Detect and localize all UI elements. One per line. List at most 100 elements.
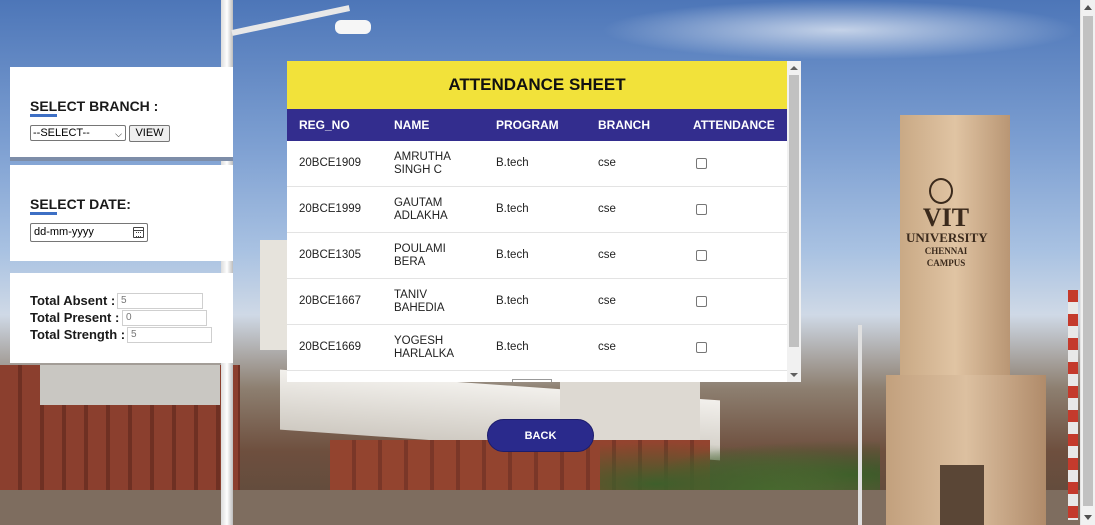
attendance-sheet: ATTENDANCE SHEET REG_NO NAME PROGRAM BRA… [287,61,801,382]
column-header-program: PROGRAM [496,118,559,132]
cell-attendance [696,187,736,232]
cell-reg-no: 20BCE1667 [299,295,362,307]
table-body: 20BCE1909 AMRUTHA SINGH C B.tech cse 20BC… [287,141,787,371]
cell-name: GAUTAM ADLAKHA [394,187,484,232]
tower-sign-line: UNIVERSITY [906,230,988,245]
date-placeholder: dd-mm-yyyy [34,226,94,238]
antenna-tower [1068,290,1078,520]
table-row: 20BCE1669 YOGESH HARLALKA B.tech cse [287,325,787,371]
cell-name: POULAMI BERA [394,233,484,278]
cloud [600,0,1080,60]
building-left-top [40,365,220,405]
lamp-arm [231,5,351,36]
table-row: 20BCE1909 AMRUTHA SINGH C B.tech cse [287,141,787,187]
tower-sign: VIT UNIVERSITY CHENNAI CAMPUS [906,203,988,269]
page-scrollbar[interactable] [1080,0,1095,525]
total-absent-row: Total Absent : 5 [30,293,203,309]
table-row: 20BCE1667 TANIV BAHEDIA B.tech cse [287,279,787,325]
tower-sign-line: VIT [922,203,970,232]
attendance-checkbox[interactable] [696,342,707,353]
totals-panel: Total Absent : 5 Total Present : 0 Total… [10,273,233,363]
name-line: BERA [394,255,426,268]
lamp-head [335,20,371,34]
name-line: ADLAKHA [394,209,448,222]
attendance-checkbox[interactable] [696,204,707,215]
scroll-up-arrow-icon[interactable] [790,66,798,70]
street-light [858,325,862,525]
cell-program: B.tech [496,157,529,169]
cell-branch: cse [598,157,616,169]
select-branch-panel: SELECT BRANCH : --SELECT-- ⌵ VIEW [10,67,233,161]
cell-branch: cse [598,295,616,307]
total-absent-field[interactable]: 5 [117,293,203,309]
table-row: 20BCE1999 GAUTAM ADLAKHA B.tech cse [287,187,787,233]
total-strength-field[interactable]: 5 [127,327,212,343]
cell-attendance [696,233,736,278]
cell-attendance [696,325,736,370]
cell-program: B.tech [496,203,529,215]
partial-submit-control[interactable] [512,379,552,382]
cell-reg-no: 20BCE1305 [299,249,362,261]
name-line: SINGH C [394,163,442,176]
select-date-panel: SELECT DATE: dd-mm-yyyy [10,165,233,261]
cell-reg-no: 20BCE1909 [299,157,362,169]
attendance-checkbox[interactable] [696,158,707,169]
total-strength-row: Total Strength : 5 [30,327,212,343]
table-header: REG_NO NAME PROGRAM BRANCH ATTENDANCE [287,109,787,141]
heading-rest: ECT BRANCH : [57,98,159,114]
tower-sign-line: CHENNAI CAMPUS [924,246,968,268]
cell-name: TANIV BAHEDIA [394,279,484,324]
total-present-row: Total Present : 0 [30,310,207,326]
name-line: POULAMI [394,242,446,255]
heading-underlined-part: SEL [30,98,58,117]
heading-rest: ECT DATE: [57,196,131,212]
scrollbar-thumb[interactable] [1083,16,1093,506]
scrollbar-thumb[interactable] [789,75,799,347]
column-header-reg-no: REG_NO [299,118,350,132]
attendance-checkbox[interactable] [696,296,707,307]
cell-reg-no: 20BCE1669 [299,341,362,353]
cell-program: B.tech [496,341,529,353]
table-row: 20BCE1305 POULAMI BERA B.tech cse [287,233,787,279]
cell-attendance [696,279,736,324]
view-button[interactable]: VIEW [129,125,170,142]
name-line: YOGESH [394,334,444,347]
university-emblem-icon [929,178,953,204]
name-line: AMRUTHA [394,150,451,163]
sheet-title: ATTENDANCE SHEET [287,61,787,109]
name-line: BAHEDIA [394,301,445,314]
cell-reg-no: 20BCE1999 [299,203,362,215]
chevron-down-icon: ⌵ [115,129,122,139]
total-strength-label: Total Strength : [30,327,126,342]
cell-name: YOGESH HARLALKA [394,325,484,370]
attendance-checkbox[interactable] [696,250,707,261]
name-line: HARLALKA [394,347,455,360]
scroll-down-arrow-icon[interactable] [790,373,798,377]
heading-underlined-part: SEL [30,196,58,215]
total-present-field[interactable]: 0 [122,310,207,326]
back-button[interactable]: BACK [487,419,594,452]
scroll-down-arrow-icon[interactable] [1084,515,1092,520]
cell-branch: cse [598,203,616,215]
cell-attendance [696,141,736,186]
select-branch-heading: SELECT BRANCH : [30,98,159,117]
cell-branch: cse [598,341,616,353]
cell-program: B.tech [496,295,529,307]
cell-branch: cse [598,249,616,261]
date-input[interactable]: dd-mm-yyyy [30,223,148,242]
cell-name: AMRUTHA SINGH C [394,141,484,186]
select-date-heading: SELECT DATE: [30,196,131,215]
total-present-label: Total Present : [30,310,120,325]
calendar-icon[interactable] [133,227,144,238]
scroll-up-arrow-icon[interactable] [1084,5,1092,10]
building [260,240,290,350]
tower-door [940,465,984,525]
sheet-scrollbar[interactable] [787,61,801,382]
total-absent-label: Total Absent : [30,293,116,308]
name-line: TANIV [394,288,428,301]
column-header-attendance: ATTENDANCE [693,118,775,132]
cell-program: B.tech [496,249,529,261]
name-line: GAUTAM [394,196,443,209]
branch-select[interactable]: --SELECT-- ⌵ [30,125,126,141]
column-header-branch: BRANCH [598,118,650,132]
